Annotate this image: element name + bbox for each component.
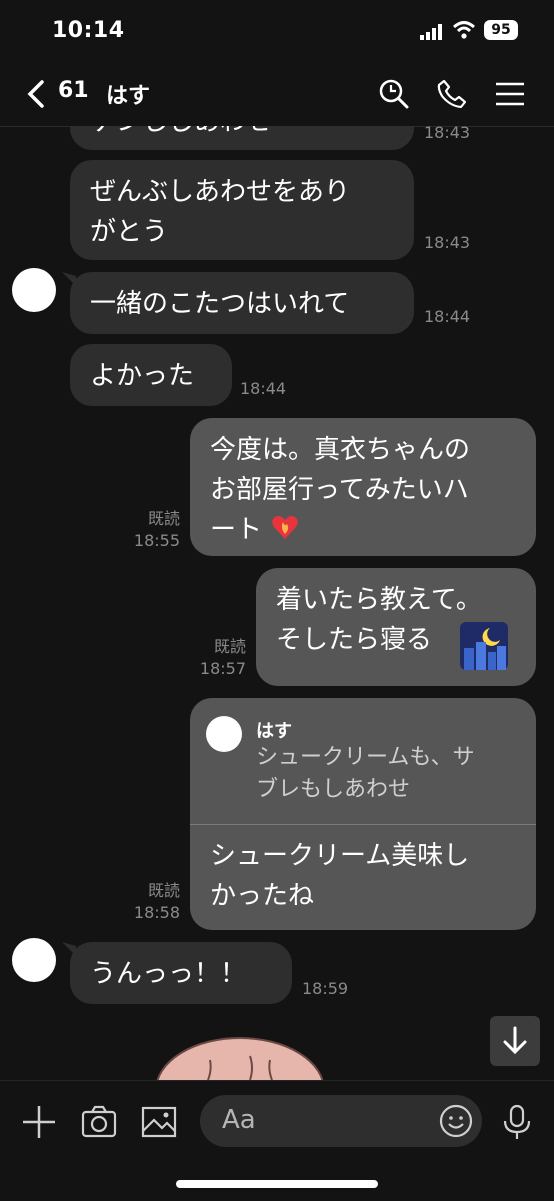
message-text: 一緒のこたつはいれて [90,289,350,319]
camera-icon[interactable] [80,1103,118,1141]
contact-avatar[interactable] [12,268,56,312]
status-bar: 10:14 95 [0,0,554,64]
message-time: 18:59 [302,979,349,998]
search-icon[interactable] [378,78,410,110]
wifi-icon [452,21,476,39]
message-bubble-received[interactable]: よかった [70,344,232,406]
image-icon[interactable] [140,1103,178,1141]
message-time: 18:43 [424,126,471,142]
message-text: よかった [90,361,195,391]
night-city-emoji-icon [460,622,508,670]
mic-icon[interactable] [498,1103,536,1141]
message-text: 今度は。真衣ちゃんの お部屋行ってみたいハ ート [210,435,471,545]
message-bubble-received[interactable]: うんっっ！！ [70,942,292,1004]
status-time: 10:14 [52,18,125,43]
arrow-down-icon [503,1026,527,1055]
contact-avatar[interactable] [12,938,56,982]
reply-quote[interactable]: はす シュークリームも、サ ブレもしあわせ [190,698,536,825]
message-input-placeholder: Aa [222,1105,256,1135]
message-time: 18:44 [424,307,471,326]
message-bubble-received[interactable]: ぜんぶしあわせをあり がとう [70,160,414,260]
battery-icon: 95 [484,20,518,40]
message-bubble-sent[interactable]: 今度は。真衣ちゃんの お部屋行ってみたいハ ート [190,418,536,556]
sticker-image[interactable] [150,1030,330,1080]
message-time: 18:57 [199,659,246,678]
read-receipt: 既読 [147,509,180,528]
message-time: 18:55 [133,531,180,550]
menu-icon[interactable] [494,78,526,110]
heart-emoji-icon [272,516,298,539]
message-text: うんっっ！！ [90,959,247,989]
chat-header: 61 はす [0,64,554,127]
message-bubble-received[interactable]: 一緒のこたつはいれて [70,272,414,334]
read-receipt: 既読 [213,637,246,656]
message-time: 18:43 [424,233,471,252]
message-bubble-received[interactable]: ゲンしじあわせ [70,126,414,150]
message-text: ゲンしじあわせ [90,126,400,142]
message-text: ぜんぶしあわせをあり がとう [90,177,351,247]
message-text: シュークリーム美味し かったね [210,841,470,911]
message-list[interactable]: ゲンしじあわせ 18:43 ぜんぶしあわせをあり がとう 18:43 一緒のこた… [0,126,554,1080]
read-receipt: 既読 [147,881,180,900]
contact-name[interactable]: はす [106,78,150,110]
message-bubble-sent-reply[interactable]: はす シュークリームも、サ ブレもしあわせ シュークリーム美味し かったね [190,698,536,930]
message-input[interactable]: Aa [200,1095,482,1147]
cellular-signal-icon [420,24,442,40]
reply-avatar [206,716,242,752]
phone-icon[interactable] [436,78,468,110]
reply-text: シュークリームも、サ ブレもしあわせ [256,745,475,802]
unread-count[interactable]: 61 [58,78,89,103]
plus-icon[interactable] [20,1103,58,1141]
emoji-icon[interactable] [438,1103,474,1139]
message-time: 18:44 [240,379,287,398]
message-time: 18:58 [133,903,180,922]
home-indicator [176,1180,378,1188]
scroll-to-bottom-button[interactable] [490,1016,540,1066]
chevron-left-icon[interactable] [24,78,50,110]
